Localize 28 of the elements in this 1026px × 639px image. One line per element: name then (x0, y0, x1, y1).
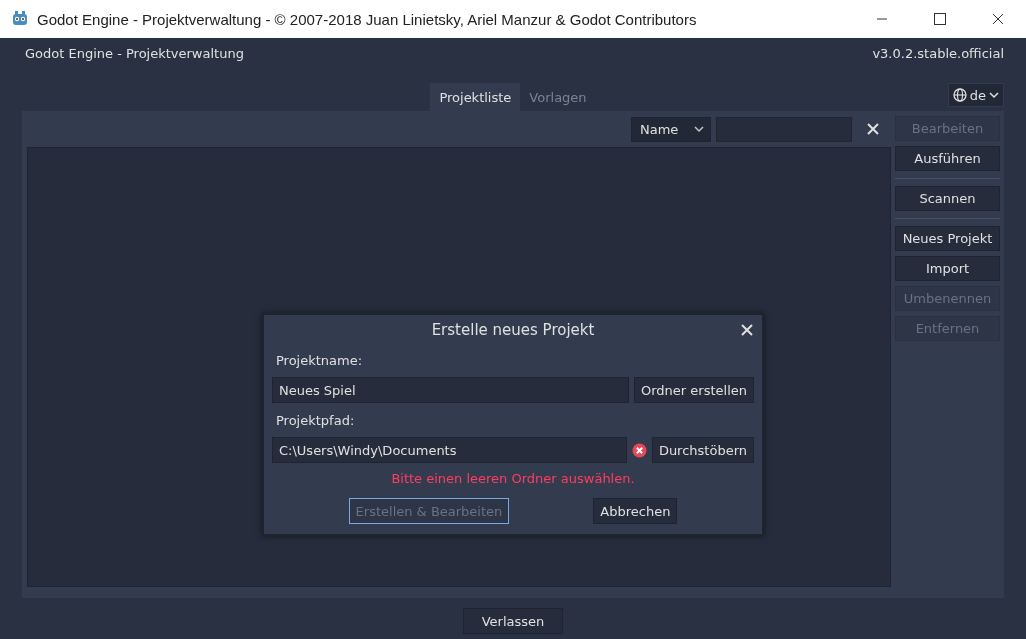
chevron-down-icon (989, 91, 999, 99)
side-button[interactable]: Import (895, 256, 1000, 281)
field-label: Projektpfad: (276, 413, 356, 430)
window-title: Godot Engine - Projektverwaltung - © 2007-2018 Juan Linietsky, Ariel Manzur & Godot Contributors (37, 10, 698, 28)
project-path-field[interactable]: C:\Users\Windy\Documents (272, 437, 627, 463)
dialog-button[interactable]: Abbrechen (593, 498, 678, 524)
create-folder-button[interactable]: Ordner erstellen (634, 377, 754, 403)
field-label: Projektname: (276, 353, 364, 370)
quit-button[interactable]: Verlassen (463, 608, 563, 634)
robot-logo-icon (11, 10, 29, 28)
dialog-title: Erstelle neues Projekt (431, 321, 595, 339)
side-button[interactable]: Neues Projekt (895, 226, 1000, 251)
globe-icon (952, 88, 967, 102)
maximize-icon[interactable] (934, 13, 946, 25)
error-message: Bitte einen leeren Ordner auswählen. (390, 471, 636, 486)
sort-dropdown[interactable]: Name (631, 116, 711, 142)
project-name-field[interactable]: Neues Spiel (272, 377, 629, 403)
chevron-down-icon (694, 125, 704, 133)
tab[interactable]: Projektliste (430, 83, 521, 111)
search-field[interactable] (716, 116, 852, 142)
clear-icon[interactable] (867, 123, 879, 135)
side-button[interactable]: Scannen (895, 186, 1000, 211)
browse-button[interactable]: Durchstöbern (651, 437, 754, 463)
app-title: Godot Engine - Projektverwaltung (25, 46, 244, 63)
version-label: v3.0.2.stable.official (872, 46, 1004, 63)
close-icon[interactable] (992, 13, 1004, 25)
language-button[interactable]: de (947, 83, 1004, 107)
side-button[interactable]: Ausführen (895, 146, 1000, 171)
